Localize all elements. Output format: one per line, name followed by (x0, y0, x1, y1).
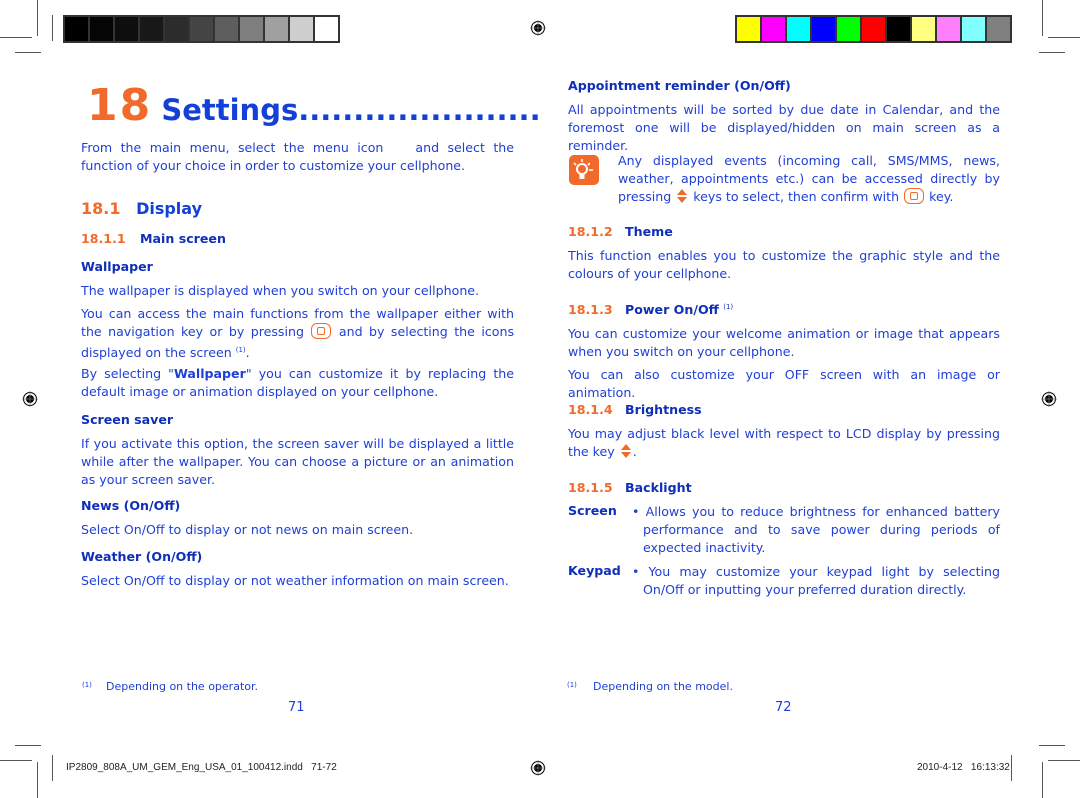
backlight-text-keypad: • You may customize your keypad light by… (632, 564, 1000, 597)
color-swatch (812, 17, 835, 41)
page-number: 72 (775, 700, 792, 715)
color-swatch (887, 17, 910, 41)
crop-mark (1048, 37, 1080, 38)
power-paragraph: You can also customize your OFF screen w… (568, 367, 1000, 400)
backlight-label-screen: Screen (568, 503, 617, 518)
ok-key-icon (311, 323, 332, 339)
crop-mark (37, 0, 38, 36)
tip-lightbulb-icon (569, 155, 599, 185)
color-swatch (315, 17, 338, 41)
registration-mark-icon (530, 760, 546, 776)
color-swatch (987, 17, 1010, 41)
intro-paragraph: From the main menu, select the menu icon… (81, 140, 514, 173)
section-heading: 18.1 Display (81, 199, 203, 218)
crop-mark (1042, 762, 1043, 798)
footnote-marker: (1) (82, 681, 92, 689)
footnote-marker: (1) (567, 681, 577, 689)
weather-paragraph: Select On/Off to display or not weather … (81, 573, 509, 588)
registration-mark-icon (1041, 391, 1057, 407)
crop-mark (15, 52, 41, 53)
crop-mark (1039, 52, 1065, 53)
crop-mark (0, 37, 32, 38)
grayscale-bar (63, 15, 340, 43)
backlight-text-screen: • Allows you to reduce brightness for en… (632, 504, 1000, 555)
crop-mark (37, 762, 38, 798)
color-swatch (837, 17, 860, 41)
news-heading: News (On/Off) (81, 498, 181, 513)
crop-mark (0, 760, 32, 761)
footnote: Depending on the model. (593, 680, 733, 693)
color-swatch (737, 17, 760, 41)
color-swatch (762, 17, 785, 41)
power-heading: 18.1.3 Power On/Off (1) (568, 302, 734, 317)
up-down-key-icon (620, 444, 631, 458)
footnote: Depending on the operator. (106, 680, 258, 693)
appointment-paragraph: All appointments will be sorted by due d… (568, 102, 1000, 153)
color-bar (735, 15, 1012, 43)
theme-paragraph: This function enables you to customize t… (568, 248, 1000, 281)
color-swatch (115, 17, 138, 41)
color-swatch (65, 17, 88, 41)
color-swatch (290, 17, 313, 41)
screensaver-heading: Screen saver (81, 412, 174, 427)
theme-heading: 18.1.2 Theme (568, 224, 673, 239)
slug-timestamp: 2010-4-12 16:13:32 (917, 762, 1010, 773)
backlight-heading: 18.1.5 Backlight (568, 480, 692, 495)
backlight-label-keypad: Keypad (568, 563, 621, 578)
color-swatch (787, 17, 810, 41)
chapter-heading: 18 Settings...................... (87, 82, 541, 130)
color-swatch (140, 17, 163, 41)
crop-mark (52, 15, 53, 41)
brightness-paragraph: You may adjust black level with respect … (568, 426, 1000, 459)
power-paragraph: You can customize your welcome animation… (568, 326, 1000, 359)
screensaver-paragraph: If you activate this option, the screen … (81, 436, 514, 487)
wallpaper-heading: Wallpaper (81, 259, 153, 274)
crop-mark (1042, 0, 1043, 36)
crop-mark (1039, 745, 1065, 746)
crop-mark (52, 755, 53, 781)
news-paragraph: Select On/Off to display or not news on … (81, 522, 414, 537)
wallpaper-paragraph: By selecting "Wallpaper" you can customi… (81, 366, 514, 399)
page-number: 71 (288, 700, 305, 715)
registration-mark-icon (530, 20, 546, 36)
color-swatch (862, 17, 885, 41)
slug-filename: IP2809_808A_UM_GEM_Eng_USA_01_100412.ind… (66, 762, 337, 773)
color-swatch (165, 17, 188, 41)
chapter-title: Settings...................... (161, 93, 541, 127)
color-swatch (937, 17, 960, 41)
registration-mark-icon (22, 391, 38, 407)
color-swatch (265, 17, 288, 41)
color-swatch (962, 17, 985, 41)
chapter-number: 18 (87, 80, 153, 131)
color-swatch (190, 17, 213, 41)
wallpaper-paragraph: You can access the main functions from t… (81, 306, 514, 361)
weather-heading: Weather (On/Off) (81, 549, 203, 564)
crop-mark (1048, 760, 1080, 761)
color-swatch (240, 17, 263, 41)
ok-key-icon (904, 188, 925, 204)
color-swatch (215, 17, 238, 41)
color-swatch (912, 17, 935, 41)
appointment-heading: Appointment reminder (On/Off) (568, 78, 791, 93)
crop-mark (15, 745, 41, 746)
color-swatch (90, 17, 113, 41)
subsection-heading: 18.1.1 Main screen (81, 231, 226, 246)
crop-mark (1011, 755, 1012, 781)
tip-paragraph: Any displayed events (incoming call, SMS… (618, 153, 1000, 204)
wallpaper-paragraph: The wallpaper is displayed when you swit… (81, 283, 480, 298)
up-down-key-icon (677, 189, 688, 203)
brightness-heading: 18.1.4 Brightness (568, 402, 702, 417)
